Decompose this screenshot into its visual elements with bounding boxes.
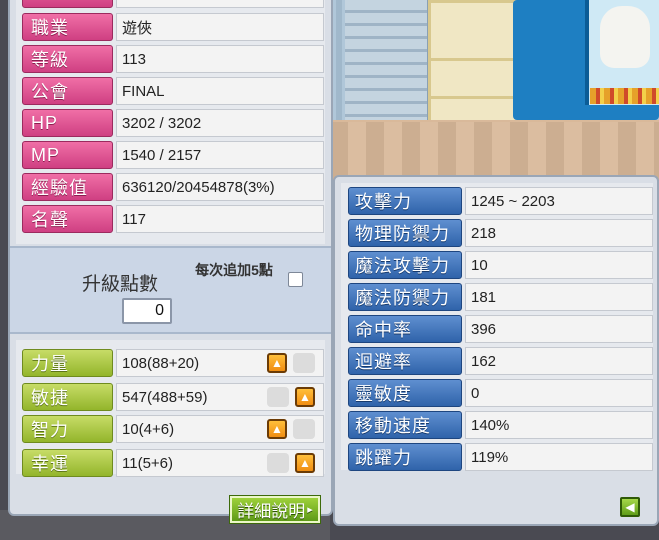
int-up-button[interactable]: ▲ bbox=[267, 419, 287, 439]
int-label: 智力 bbox=[22, 415, 113, 443]
luk-button-slot bbox=[267, 453, 289, 473]
str-up-button[interactable]: ▲ bbox=[267, 353, 287, 373]
detail-button[interactable]: 詳細說明 ▸ bbox=[229, 495, 321, 524]
fame-label: 名聲 bbox=[22, 205, 113, 233]
magic-defense-value: 181 bbox=[465, 283, 653, 311]
character-stat-window[interactable]: 職業 遊俠 等級 113 公會 FINAL HP 3202 / 3202 MP … bbox=[8, 0, 333, 524]
str-label: 力量 bbox=[22, 349, 113, 377]
arrow-left-icon: ◀ bbox=[625, 500, 635, 514]
exp-label: 經驗值 bbox=[22, 173, 113, 201]
exp-value: 636120/20454878(3%) bbox=[116, 173, 324, 201]
str-button-slot bbox=[293, 353, 315, 373]
job-value: 遊俠 bbox=[116, 13, 324, 41]
ability-points-value: 0 bbox=[122, 298, 172, 324]
detail-stat-window[interactable]: 攻擊力 1245 ~ 2203 物理防禦力 218 魔法攻擊力 10 魔法防禦力… bbox=[333, 175, 659, 526]
accuracy-value: 396 bbox=[465, 315, 653, 343]
weapon-defense-label: 物理防禦力 bbox=[348, 219, 462, 247]
magic-attack-value: 10 bbox=[465, 251, 653, 279]
magic-defense-label: 魔法防禦力 bbox=[348, 283, 462, 311]
speed-label: 移動速度 bbox=[348, 411, 462, 439]
jump-label: 跳躍力 bbox=[348, 443, 462, 471]
mp-label: MP bbox=[22, 141, 113, 169]
luk-label: 幸運 bbox=[22, 449, 113, 477]
weapon-defense-value: 218 bbox=[465, 219, 653, 247]
mp-value: 1540 / 2157 bbox=[116, 141, 324, 169]
collapse-detail-button[interactable]: ◀ bbox=[620, 497, 640, 517]
background-shelf-divider bbox=[428, 58, 523, 61]
hp-value: 3202 / 3202 bbox=[116, 109, 324, 137]
fame-value: 117 bbox=[116, 205, 324, 233]
background-flowers bbox=[590, 88, 659, 104]
attack-label: 攻擊力 bbox=[348, 187, 462, 215]
dex-value: 547(488+59) bbox=[116, 383, 324, 411]
level-value: 113 bbox=[116, 45, 324, 73]
background-shelf-divider bbox=[428, 96, 523, 99]
attack-value: 1245 ~ 2203 bbox=[465, 187, 653, 215]
background-floor-texture bbox=[330, 122, 659, 180]
jump-value: 119% bbox=[465, 443, 653, 471]
info-value-cut bbox=[116, 0, 324, 8]
accuracy-label: 命中率 bbox=[348, 315, 462, 343]
auto-assign-label: 每次追加5點 bbox=[195, 262, 273, 278]
int-button-slot bbox=[293, 419, 315, 439]
guild-value: FINAL bbox=[116, 77, 324, 105]
chevron-right-icon: ▸ bbox=[307, 504, 313, 516]
auto-assign-checkbox[interactable] bbox=[288, 272, 303, 287]
luk-value: 11(5+6) bbox=[116, 449, 324, 477]
magic-attack-label: 魔法攻擊力 bbox=[348, 251, 462, 279]
hands-label: 靈敏度 bbox=[348, 379, 462, 407]
background-character-figure bbox=[600, 6, 650, 68]
ability-points-section: 升級點數 0 每次追加5點 bbox=[10, 246, 331, 334]
job-label: 職業 bbox=[22, 13, 113, 41]
dex-button-slot bbox=[267, 387, 289, 407]
dex-label: 敏捷 bbox=[22, 383, 113, 411]
background-window-blind bbox=[345, 0, 430, 125]
dex-up-button[interactable]: ▲ bbox=[295, 387, 315, 407]
avoidability-value: 162 bbox=[465, 347, 653, 375]
speed-value: 140% bbox=[465, 411, 653, 439]
guild-label: 公會 bbox=[22, 77, 113, 105]
level-label: 等級 bbox=[22, 45, 113, 73]
luk-up-button[interactable]: ▲ bbox=[295, 453, 315, 473]
ability-points-label: 升級點數 bbox=[82, 274, 159, 295]
detail-button-label: 詳細說明 bbox=[237, 502, 306, 521]
avoidability-label: 迴避率 bbox=[348, 347, 462, 375]
hp-label: HP bbox=[22, 109, 113, 137]
info-label-cut bbox=[22, 0, 113, 8]
hands-value: 0 bbox=[465, 379, 653, 407]
